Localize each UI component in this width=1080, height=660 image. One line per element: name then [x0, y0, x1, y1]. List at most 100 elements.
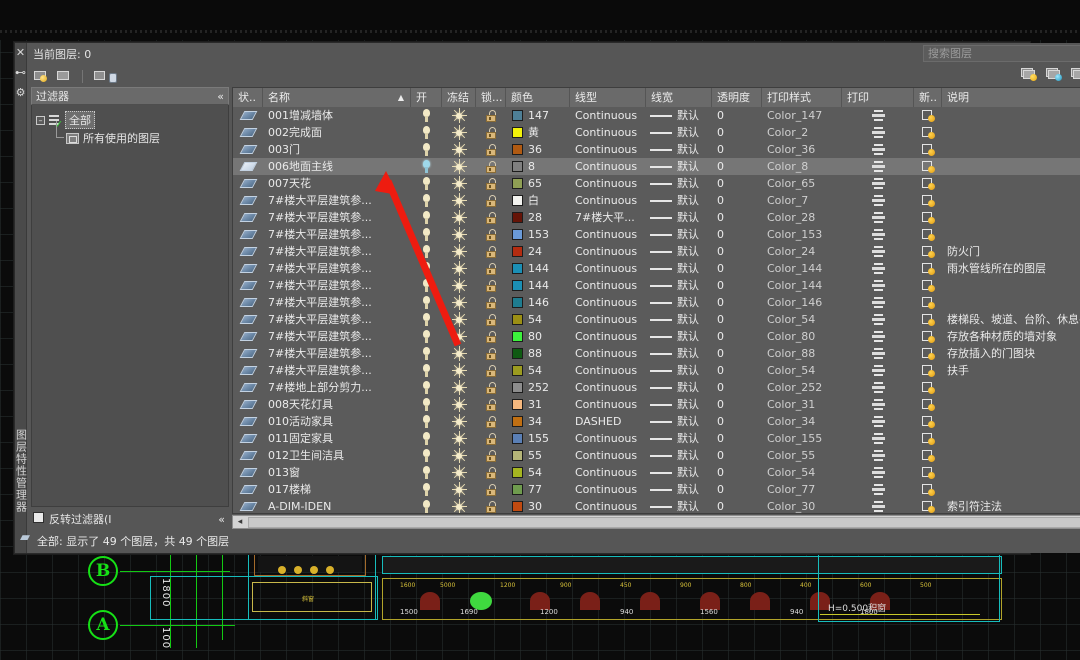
table-row[interactable]: 011固定家具 155 Continuous 默认 0 Color_155 — [233, 430, 1080, 447]
layer-table-hscrollbar[interactable]: ◂ ▸ — [232, 515, 1080, 529]
table-row[interactable]: 017楼梯 77 Continuous 默认 0 Color_77 — [233, 481, 1080, 498]
delete-layer-button[interactable] — [56, 69, 72, 83]
layer-transparency-cell[interactable]: 0 — [712, 175, 762, 192]
layer-name-cell[interactable]: 7#楼地上部分剪力... — [263, 379, 411, 396]
layer-lineweight-cell[interactable]: 默认 — [646, 141, 712, 158]
layer-name-cell[interactable]: 001增减墙体 — [263, 107, 411, 124]
layer-color-cell[interactable]: 54 — [506, 464, 570, 481]
layer-transparency-cell[interactable]: 0 — [712, 430, 762, 447]
layer-name-cell[interactable]: 011固定家具 — [263, 430, 411, 447]
layer-newvp-freeze-icon[interactable] — [914, 294, 942, 311]
layer-lock-toggle-icon[interactable] — [476, 481, 506, 498]
layer-lineweight-cell[interactable]: 默认 — [646, 107, 712, 124]
layer-lock-toggle-icon[interactable] — [476, 124, 506, 141]
layer-color-cell[interactable]: 65 — [506, 175, 570, 192]
layer-color-cell[interactable]: 155 — [506, 430, 570, 447]
layer-freeze-toggle-icon[interactable] — [442, 141, 476, 158]
layer-newvp-freeze-icon[interactable] — [914, 345, 942, 362]
col-header-newvp[interactable]: 新.. — [914, 88, 942, 107]
col-header-status[interactable]: 状.. — [233, 88, 263, 107]
layer-plotstyle-cell[interactable]: Color_36 — [762, 141, 842, 158]
layer-color-cell[interactable]: 34 — [506, 413, 570, 430]
layer-lineweight-cell[interactable]: 默认 — [646, 175, 712, 192]
layer-linetype-cell[interactable]: Continuous — [570, 311, 646, 328]
layer-lock-toggle-icon[interactable] — [476, 498, 506, 513]
table-row[interactable]: 7#楼大平层建筑参... 白 Continuous 默认 0 Color_7 — [233, 192, 1080, 209]
palette-toolbar[interactable] — [27, 65, 1080, 87]
layer-transparency-cell[interactable]: 0 — [712, 141, 762, 158]
layer-description-cell[interactable]: 楼梯段、坡道、台阶、休息平 — [942, 311, 1080, 328]
layer-plotstyle-cell[interactable]: Color_153 — [762, 226, 842, 243]
layer-name-cell[interactable]: 013窗 — [263, 464, 411, 481]
layer-lineweight-cell[interactable]: 默认 — [646, 481, 712, 498]
layer-description-cell[interactable]: 索引符注法 — [942, 498, 1080, 513]
layer-plotstyle-cell[interactable]: Color_147 — [762, 107, 842, 124]
layer-plotstyle-cell[interactable]: Color_80 — [762, 328, 842, 345]
layer-plotstyle-cell[interactable]: Color_146 — [762, 294, 842, 311]
layer-transparency-cell[interactable]: 0 — [712, 158, 762, 175]
table-row[interactable]: 7#楼大平层建筑参... 144 Continuous 默认 0 Color_144 — [233, 277, 1080, 294]
col-header-linetype[interactable]: 线型 — [570, 88, 646, 107]
layer-on-toggle-icon[interactable] — [411, 430, 442, 447]
layer-transparency-cell[interactable]: 0 — [712, 311, 762, 328]
layer-newvp-freeze-icon[interactable] — [914, 277, 942, 294]
layer-transparency-cell[interactable]: 0 — [712, 107, 762, 124]
table-row[interactable]: 007天花 65 Continuous 默认 0 Color_65 — [233, 175, 1080, 192]
layer-description-cell[interactable] — [942, 175, 1080, 192]
layer-newvp-freeze-icon[interactable] — [914, 192, 942, 209]
layer-transparency-cell[interactable]: 0 — [712, 328, 762, 345]
layer-lineweight-cell[interactable]: 默认 — [646, 277, 712, 294]
layer-color-cell[interactable]: 147 — [506, 107, 570, 124]
table-row[interactable]: A-DIM-IDEN 30 Continuous 默认 0 Color_30 索引符注法 — [233, 498, 1080, 513]
layer-on-toggle-icon[interactable] — [411, 481, 442, 498]
layer-plotstyle-cell[interactable]: Color_2 — [762, 124, 842, 141]
layer-description-cell[interactable]: 雨水管线所在的图层 — [942, 260, 1080, 277]
layer-transparency-cell[interactable]: 0 — [712, 260, 762, 277]
layer-plotstyle-cell[interactable]: Color_31 — [762, 396, 842, 413]
layer-lineweight-cell[interactable]: 默认 — [646, 243, 712, 260]
layer-linetype-cell[interactable]: Continuous — [570, 226, 646, 243]
layer-plot-toggle-icon[interactable] — [842, 481, 914, 498]
layer-description-cell[interactable] — [942, 158, 1080, 175]
layer-description-cell[interactable] — [942, 430, 1080, 447]
col-header-color[interactable]: 颜色 — [506, 88, 570, 107]
layer-linetype-cell[interactable]: Continuous — [570, 447, 646, 464]
layer-newvp-freeze-icon[interactable] — [914, 209, 942, 226]
layer-lock-toggle-icon[interactable] — [476, 464, 506, 481]
layer-linetype-cell[interactable]: Continuous — [570, 124, 646, 141]
layer-newvp-freeze-icon[interactable] — [914, 464, 942, 481]
layer-plotstyle-cell[interactable]: Color_54 — [762, 362, 842, 379]
layer-plot-toggle-icon[interactable] — [842, 209, 914, 226]
layer-newvp-freeze-icon[interactable] — [914, 124, 942, 141]
layer-lock-toggle-icon[interactable] — [476, 430, 506, 447]
layer-color-cell[interactable]: 白 — [506, 192, 570, 209]
layer-plot-toggle-icon[interactable] — [842, 243, 914, 260]
layer-description-cell[interactable] — [942, 226, 1080, 243]
layer-linetype-cell[interactable]: Continuous — [570, 498, 646, 513]
layer-lineweight-cell[interactable]: 默认 — [646, 226, 712, 243]
layer-lineweight-cell[interactable]: 默认 — [646, 396, 712, 413]
layer-transparency-cell[interactable]: 0 — [712, 345, 762, 362]
layer-plotstyle-cell[interactable]: Color_144 — [762, 277, 842, 294]
layer-description-cell[interactable] — [942, 277, 1080, 294]
layer-color-cell[interactable]: 77 — [506, 481, 570, 498]
layer-newvp-freeze-icon[interactable] — [914, 158, 942, 175]
layer-lock-toggle-icon[interactable] — [476, 107, 506, 124]
layer-lineweight-cell[interactable]: 默认 — [646, 260, 712, 277]
layer-name-cell[interactable]: 002完成面 — [263, 124, 411, 141]
layer-description-cell[interactable] — [942, 413, 1080, 430]
filters-pane[interactable]: 过滤器 « – ✓ 全部 所有使用的图层 反转过滤器(I « — [31, 87, 229, 529]
layer-plotstyle-cell[interactable]: Color_24 — [762, 243, 842, 260]
layer-lock-toggle-icon[interactable] — [476, 141, 506, 158]
layer-linetype-cell[interactable]: Continuous — [570, 141, 646, 158]
layer-color-cell[interactable]: 80 — [506, 328, 570, 345]
layer-name-cell[interactable]: 008天花灯具 — [263, 396, 411, 413]
filters-tree[interactable]: – ✓ 全部 所有使用的图层 — [31, 105, 229, 507]
layer-plot-toggle-icon[interactable] — [842, 345, 914, 362]
col-header-transparency[interactable]: 透明度 — [712, 88, 762, 107]
layer-color-cell[interactable]: 8 — [506, 158, 570, 175]
layer-newvp-freeze-icon[interactable] — [914, 481, 942, 498]
layer-on-toggle-icon[interactable] — [411, 124, 442, 141]
table-row[interactable]: 002完成面 黄 Continuous 默认 0 Color_2 — [233, 124, 1080, 141]
table-row[interactable]: 003门 36 Continuous 默认 0 Color_36 — [233, 141, 1080, 158]
